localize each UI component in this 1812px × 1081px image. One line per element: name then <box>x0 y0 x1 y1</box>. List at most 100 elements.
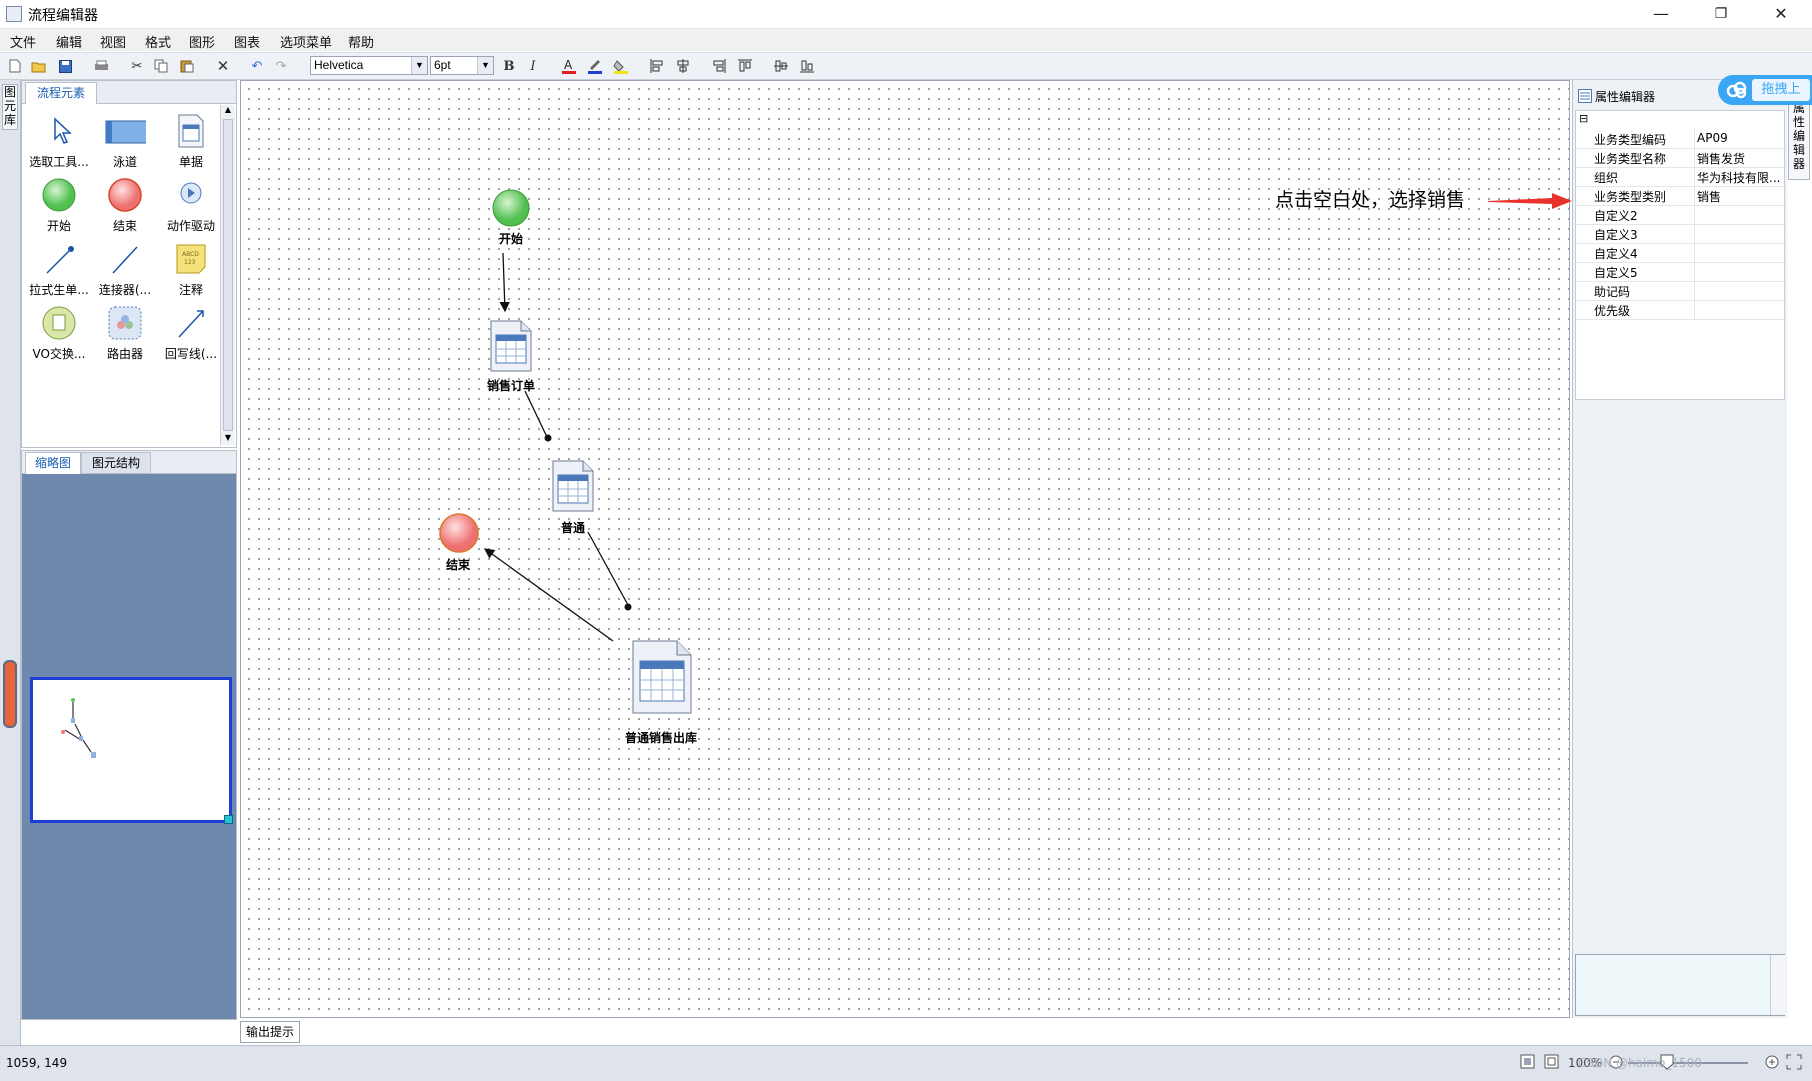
node-start[interactable]: 开始 <box>482 188 540 248</box>
overview-panel: 缩略图 图元结构 <box>21 450 237 1020</box>
menu-edit[interactable]: 编辑 <box>56 32 82 51</box>
property-row-business-category[interactable]: 业务类型类别 销售 <box>1576 186 1786 206</box>
property-row[interactable]: 业务类型名称 销售发货 <box>1576 148 1786 168</box>
document-icon <box>632 640 692 714</box>
tab-property-editor[interactable]: 属性编辑器 <box>1788 100 1810 180</box>
close-button[interactable]: ✕ <box>1752 0 1810 28</box>
delete-icon[interactable]: ✕ <box>214 57 232 75</box>
diagram-canvas[interactable]: 开始 销售订单 普通 结束 普通销售出库 点击空白处，选择销售 <box>240 80 1572 1018</box>
property-row[interactable]: 优先级 <box>1576 300 1786 320</box>
palette-item-end[interactable]: 结束 <box>92 173 158 237</box>
pointer-icon <box>54 117 72 144</box>
property-row[interactable]: 自定义3 <box>1576 224 1786 244</box>
palette-item-note[interactable]: ABCD 123 注释 <box>158 237 224 301</box>
edge-normal-to-out[interactable] <box>587 531 629 606</box>
palette-item-vo-exchange[interactable]: VO交换... <box>26 301 92 365</box>
overview-viewport[interactable] <box>30 677 233 824</box>
description-scrollbar[interactable] <box>1770 955 1785 1015</box>
node-normal[interactable]: 普通 <box>541 459 605 535</box>
annotation-text: 点击空白处，选择销售 <box>1275 189 1466 211</box>
scroll-down-icon[interactable]: ▼ <box>223 433 233 445</box>
node-end[interactable]: 结束 <box>429 512 487 574</box>
tab-flow-elements[interactable]: 流程元素 <box>25 82 97 104</box>
palette-item-router[interactable]: 路由器 <box>92 301 158 365</box>
italic-button[interactable]: I <box>524 57 542 75</box>
save-icon[interactable] <box>56 57 74 75</box>
edge-start-to-order[interactable] <box>499 252 510 313</box>
scroll-up-icon[interactable]: ▲ <box>223 105 233 117</box>
fit-page-icon[interactable] <box>1544 1054 1560 1070</box>
fill-color-icon[interactable] <box>612 57 630 75</box>
note-icon: ABCD123 <box>176 244 206 274</box>
edge-out-to-end[interactable] <box>483 548 614 642</box>
align-left-icon[interactable] <box>648 57 666 75</box>
palette-scrollbar[interactable]: ▲ ▼ <box>220 105 235 445</box>
node-sales-order-label: 销售订单 <box>486 379 535 393</box>
swimlane-icon <box>105 120 146 144</box>
open-folder-icon[interactable] <box>30 57 48 75</box>
menu-shape[interactable]: 图形 <box>189 32 215 51</box>
palette-item-pull-order[interactable]: 拉式生单... <box>26 237 92 301</box>
line-color-icon[interactable] <box>586 57 604 75</box>
node-sales-outbound[interactable]: 普通销售出库 <box>611 639 711 745</box>
align-top-icon[interactable] <box>736 57 754 75</box>
redo-icon[interactable]: ↷ <box>272 57 290 75</box>
align-right-icon[interactable] <box>710 57 728 75</box>
copy-icon[interactable] <box>152 57 170 75</box>
node-sales-order[interactable]: 销售订单 <box>473 319 549 393</box>
menu-file[interactable]: 文件 <box>10 32 36 51</box>
new-file-icon[interactable] <box>6 57 24 75</box>
menu-chart[interactable]: 图表 <box>234 32 260 51</box>
menu-format[interactable]: 格式 <box>145 32 171 51</box>
svg-text:A: A <box>564 58 573 72</box>
align-center-icon[interactable] <box>674 57 692 75</box>
status-bar: 1059, 149 100% CSDN @haimo_1500 <box>0 1045 1812 1081</box>
palette-item-action-drive[interactable]: 动作驱动 <box>158 173 224 237</box>
font-size-select[interactable]: 6pt ▼ <box>430 56 494 75</box>
collapse-icon[interactable]: ⊟ <box>1579 112 1588 125</box>
page-view-icon[interactable] <box>1520 1054 1536 1070</box>
edge-order-to-normal[interactable] <box>524 390 548 438</box>
palette-scroll-thumb[interactable] <box>223 119 233 431</box>
tab-element-structure[interactable]: 图元结构 <box>81 452 151 474</box>
property-row[interactable]: 助记码 <box>1576 281 1786 301</box>
start-circle-icon <box>492 189 530 227</box>
tab-element-library[interactable]: 图元库 <box>2 84 18 130</box>
maximize-button[interactable]: ❐ <box>1692 0 1750 28</box>
fullscreen-icon[interactable] <box>1786 1054 1802 1070</box>
tab-output[interactable]: 输出提示 <box>240 1021 300 1043</box>
font-color-icon[interactable]: A <box>560 57 578 75</box>
palette-item-start[interactable]: 开始 <box>26 173 92 237</box>
node-sales-outbound-label: 普通销售出库 <box>624 731 697 745</box>
paste-icon[interactable] <box>178 57 196 75</box>
print-icon[interactable] <box>92 57 110 75</box>
zoom-in-icon[interactable] <box>1764 1054 1780 1070</box>
palette-item-writeback-line[interactable]: 回写线(... <box>158 301 224 365</box>
property-row[interactable]: 业务类型编码 AP09 <box>1576 129 1786 149</box>
property-row[interactable]: 自定义4 <box>1576 243 1786 263</box>
tab-thumbnail[interactable]: 缩略图 <box>25 452 81 474</box>
palette-item-swimlane[interactable]: 泳道 <box>92 109 158 173</box>
cut-icon[interactable]: ✂ <box>128 57 146 75</box>
property-editor-icon <box>1578 89 1592 103</box>
minimize-button[interactable]: — <box>1632 0 1690 28</box>
menu-options[interactable]: 选项菜单 <box>280 32 332 51</box>
left-splitter-handle[interactable] <box>3 660 17 728</box>
menu-help[interactable]: 帮助 <box>348 32 374 51</box>
align-middle-icon[interactable] <box>772 57 790 75</box>
property-row[interactable]: 自定义5 <box>1576 262 1786 282</box>
align-bottom-icon[interactable] <box>798 57 816 75</box>
bold-button[interactable]: B <box>500 57 518 75</box>
baidu-drag-button[interactable]: 拖拽上 <box>1718 75 1812 105</box>
viewport-resize-handle[interactable] <box>224 815 233 824</box>
property-row[interactable]: 组织 华为科技有限... <box>1576 167 1786 187</box>
property-row[interactable]: 自定义2 <box>1576 205 1786 225</box>
menu-view[interactable]: 视图 <box>100 32 126 51</box>
palette-item-select-tool[interactable]: 选取工具... <box>26 109 92 173</box>
document-icon <box>552 460 594 512</box>
palette-item-connector[interactable]: 连接器(... <box>92 237 158 301</box>
palette-item-document[interactable]: 单据 <box>158 109 224 173</box>
palette-item-label: 结束 <box>112 219 137 233</box>
font-family-select[interactable]: Helvetica ▼ <box>310 56 428 75</box>
undo-icon[interactable]: ↶ <box>248 57 266 75</box>
